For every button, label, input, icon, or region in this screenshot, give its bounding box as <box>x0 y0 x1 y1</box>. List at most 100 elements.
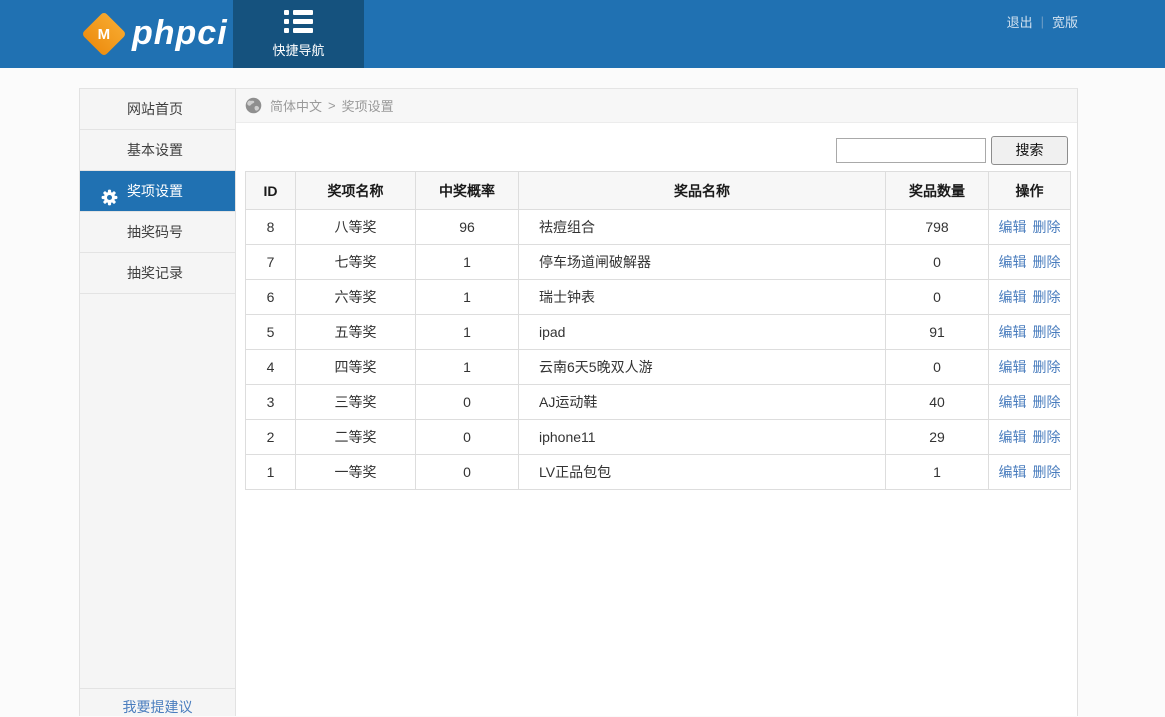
quick-nav-button[interactable]: 快捷导航 <box>233 0 364 68</box>
cell-probability: 1 <box>416 315 519 350</box>
col-quantity: 奖品数量 <box>886 172 989 210</box>
cell-prize-name: 六等奖 <box>296 280 416 315</box>
cell-id: 5 <box>246 315 296 350</box>
cell-id: 2 <box>246 420 296 455</box>
table-row: 8八等奖96祛痘组合798编辑删除 <box>246 210 1071 245</box>
cell-probability: 1 <box>416 350 519 385</box>
edit-link[interactable]: 编辑 <box>999 219 1027 235</box>
table-row: 2二等奖0iphone1129编辑删除 <box>246 420 1071 455</box>
cell-quantity: 0 <box>886 280 989 315</box>
link-separator: | <box>1041 14 1044 29</box>
delete-link[interactable]: 删除 <box>1033 429 1061 445</box>
sidebar-item-label: 基本设置 <box>127 142 183 158</box>
cell-product-name: 瑞士钟表 <box>519 280 886 315</box>
breadcrumb: 简体中文 > 奖项设置 <box>236 89 1077 123</box>
cell-actions: 编辑删除 <box>989 280 1071 315</box>
breadcrumb-separator: > <box>328 98 336 113</box>
sidebar-item-1[interactable]: 网站首页 <box>80 89 235 130</box>
cell-actions: 编辑删除 <box>989 455 1071 490</box>
cell-product-name: 云南6天5晚双人游 <box>519 350 886 385</box>
sidebar-item-label: 网站首页 <box>127 101 183 117</box>
globe-icon <box>245 97 262 114</box>
cell-quantity: 798 <box>886 210 989 245</box>
sidebar-item-4[interactable]: 抽奖码号 <box>80 212 235 253</box>
delete-link[interactable]: 删除 <box>1033 464 1061 480</box>
cell-product-name: AJ运动鞋 <box>519 385 886 420</box>
edit-link[interactable]: 编辑 <box>999 324 1027 340</box>
cell-product-name: 祛痘组合 <box>519 210 886 245</box>
cell-probability: 96 <box>416 210 519 245</box>
cell-quantity: 29 <box>886 420 989 455</box>
table-body: 8八等奖96祛痘组合798编辑删除7七等奖1停车场道闸破解器0编辑删除6六等奖1… <box>246 210 1071 490</box>
cell-product-name: LV正品包包 <box>519 455 886 490</box>
cell-quantity: 1 <box>886 455 989 490</box>
cell-prize-name: 一等奖 <box>296 455 416 490</box>
logo-mark: M <box>98 25 111 42</box>
delete-link[interactable]: 删除 <box>1033 219 1061 235</box>
delete-link[interactable]: 删除 <box>1033 254 1061 270</box>
cell-prize-name: 四等奖 <box>296 350 416 385</box>
cell-id: 4 <box>246 350 296 385</box>
col-probability: 中奖概率 <box>416 172 519 210</box>
cell-prize-name: 七等奖 <box>296 245 416 280</box>
cell-prize-name: 三等奖 <box>296 385 416 420</box>
cell-probability: 0 <box>416 420 519 455</box>
cell-probability: 0 <box>416 385 519 420</box>
table-row: 4四等奖1云南6天5晚双人游0 编辑删除 <box>246 350 1071 385</box>
cell-quantity: 91 <box>886 315 989 350</box>
cell-prize-name: 五等奖 <box>296 315 416 350</box>
logo-diamond-icon: M <box>81 11 126 56</box>
delete-link[interactable]: 删除 <box>1033 394 1061 410</box>
brand-name: phpci <box>132 14 228 53</box>
col-id: ID <box>246 172 296 210</box>
suggest-link[interactable]: 我要提建议 <box>123 699 193 715</box>
table-row: 3三等奖0AJ运动鞋40编辑删除 <box>246 385 1071 420</box>
table-row: 5五等奖1ipad91编辑删除 <box>246 315 1071 350</box>
brand-logo: M phpci <box>88 14 228 53</box>
table-row: 1一等奖0LV正品包包1编辑删除 <box>246 455 1071 490</box>
sidebar-item-label: 抽奖码号 <box>127 224 183 240</box>
wide-version-link[interactable]: 宽版 <box>1052 12 1078 31</box>
cell-actions: 编辑删除 <box>989 315 1071 350</box>
cell-id: 3 <box>246 385 296 420</box>
sidebar-item-3[interactable]: 奖项设置 <box>80 171 235 212</box>
breadcrumb-page: 奖项设置 <box>342 96 394 115</box>
logout-link[interactable]: 退出 <box>1007 12 1033 31</box>
prizes-table: ID 奖项名称 中奖概率 奖品名称 奖品数量 操作 8八等奖96祛痘组合798编… <box>245 171 1071 490</box>
delete-link[interactable]: 删除 <box>1033 289 1061 305</box>
sidebar-menu: 网站首页基本设置奖项设置抽奖码号抽奖记录 <box>80 89 235 294</box>
sidebar-item-5[interactable]: 抽奖记录 <box>80 253 235 294</box>
sidebar-item-label: 抽奖记录 <box>127 265 183 281</box>
col-prize-name: 奖项名称 <box>296 172 416 210</box>
edit-link[interactable]: 编辑 <box>999 359 1027 375</box>
cell-probability: 0 <box>416 455 519 490</box>
edit-link[interactable]: 编辑 <box>999 254 1027 270</box>
suggest-row: 我要提建议 <box>80 688 235 716</box>
cell-probability: 1 <box>416 280 519 315</box>
edit-link[interactable]: 编辑 <box>999 394 1027 410</box>
cell-quantity: 40 <box>886 385 989 420</box>
delete-link[interactable]: 删除 <box>1033 359 1061 375</box>
col-product-name: 奖品名称 <box>519 172 886 210</box>
cell-actions: 编辑删除 <box>989 385 1071 420</box>
cell-quantity: 0 <box>886 350 989 385</box>
header-links: 退出 | 宽版 <box>1007 12 1078 31</box>
edit-link[interactable]: 编辑 <box>999 464 1027 480</box>
search-input[interactable] <box>836 138 986 163</box>
sidebar-item-2[interactable]: 基本设置 <box>80 130 235 171</box>
cell-prize-name: 八等奖 <box>296 210 416 245</box>
sidebar: 网站首页基本设置奖项设置抽奖码号抽奖记录 我要提建议 <box>79 88 236 716</box>
edit-link[interactable]: 编辑 <box>999 289 1027 305</box>
search-button[interactable]: 搜索 <box>991 136 1068 165</box>
cell-prize-name: 二等奖 <box>296 420 416 455</box>
gear-icon <box>100 182 119 201</box>
cell-product-name: iphone11 <box>519 420 886 455</box>
sidebar-item-label: 奖项设置 <box>127 183 183 199</box>
cell-actions: 编辑删除 <box>989 420 1071 455</box>
cell-id: 7 <box>246 245 296 280</box>
cell-id: 1 <box>246 455 296 490</box>
cell-id: 6 <box>246 280 296 315</box>
cell-quantity: 0 <box>886 245 989 280</box>
edit-link[interactable]: 编辑 <box>999 429 1027 445</box>
delete-link[interactable]: 删除 <box>1033 324 1061 340</box>
